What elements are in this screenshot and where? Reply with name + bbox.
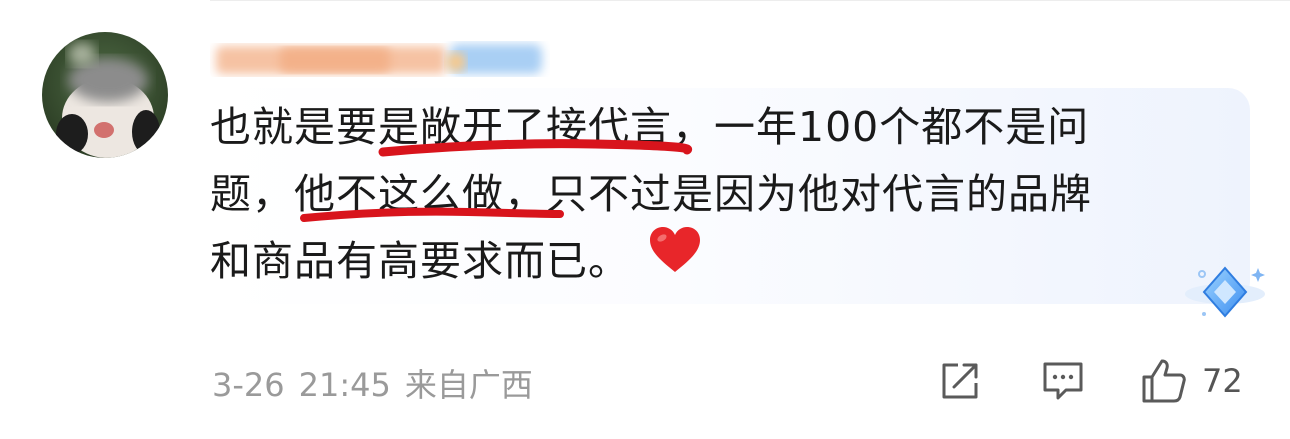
comment-meta: 3-26 21:45 来自广西 [212, 360, 547, 406]
divider [210, 0, 1290, 1]
like-button[interactable]: 72 [1140, 356, 1243, 406]
sparkle-diamond-icon [1185, 266, 1265, 318]
comment-line-1: 也就是要是敞开了接代言，一年100个都不是问 [210, 103, 1090, 151]
reply-button[interactable] [1040, 356, 1086, 406]
comment-line-3-text: 和商品有高要求而已。 [210, 237, 630, 285]
comment-time: 21:45 [298, 366, 391, 404]
heart-emoji-icon [648, 226, 702, 294]
underline-mark-2 [300, 207, 564, 222]
comment-date: 3-26 [212, 366, 285, 404]
comment-line-3: 和商品有高要求而已。 [210, 226, 1220, 298]
thumbs-up-icon [1142, 359, 1186, 403]
comment-text: 也就是要是敞开了接代言，一年100个都不是问 题，他不这么做，只不过是因为他对代… [210, 94, 1220, 298]
username-blurred[interactable] [210, 38, 550, 80]
share-icon [942, 363, 978, 399]
user-avatar[interactable] [42, 32, 168, 158]
share-button[interactable] [938, 356, 982, 406]
comment-location: 来自广西 [404, 366, 533, 404]
comment-icon [1043, 362, 1083, 400]
like-count: 72 [1202, 362, 1243, 400]
comment-card: 也就是要是敞开了接代言，一年100个都不是问 题，他不这么做，只不过是因为他对代… [0, 0, 1290, 439]
underline-mark-1 [378, 139, 693, 157]
